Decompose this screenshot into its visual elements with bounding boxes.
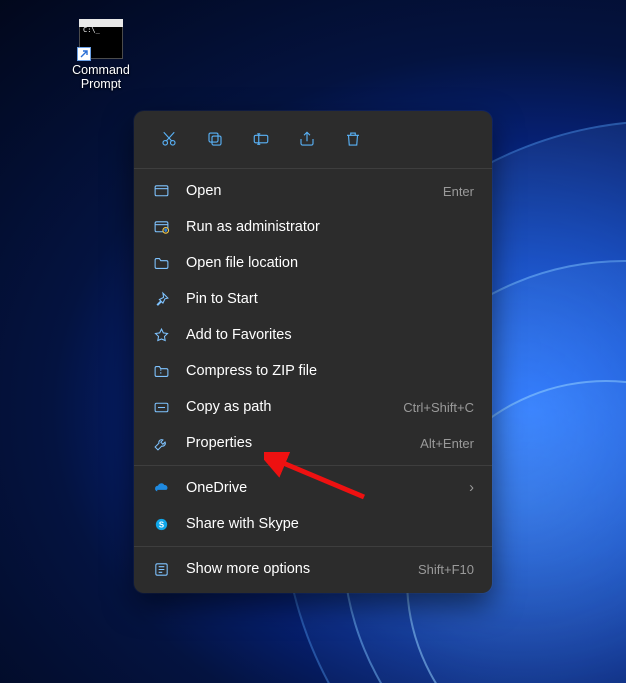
rename-icon[interactable] <box>246 124 276 154</box>
menu-item-label: Copy as path <box>186 399 387 415</box>
menu-item-label: Add to Favorites <box>186 327 474 343</box>
menu-item-open[interactable]: Open Enter <box>134 173 492 209</box>
app-icon <box>152 182 170 200</box>
chevron-right-icon: › <box>469 480 474 496</box>
shield-icon <box>152 218 170 236</box>
wrench-icon <box>152 434 170 452</box>
menu-item-label: Compress to ZIP file <box>186 363 474 379</box>
delete-icon[interactable] <box>338 124 368 154</box>
share-icon[interactable] <box>292 124 322 154</box>
desktop-shortcut-cmd[interactable]: C:\_ Command Prompt <box>60 19 142 92</box>
star-icon <box>152 326 170 344</box>
desktop-shortcut-label: Command Prompt <box>60 63 142 92</box>
menu-item-share-skype[interactable]: S Share with Skype <box>134 506 492 542</box>
menu-item-show-more-options[interactable]: Show more options Shift+F10 <box>134 551 492 587</box>
menu-item-open-file-location[interactable]: Open file location <box>134 245 492 281</box>
copy-icon[interactable] <box>200 124 230 154</box>
menu-item-label: Run as administrator <box>186 219 474 235</box>
menu-item-copy-as-path[interactable]: Copy as path Ctrl+Shift+C <box>134 389 492 425</box>
menu-item-onedrive[interactable]: OneDrive › <box>134 470 492 506</box>
context-menu: Open Enter Run as administrator Open fil… <box>134 111 492 593</box>
menu-item-properties[interactable]: Properties Alt+Enter <box>134 425 492 461</box>
menu-item-label: Show more options <box>186 561 402 577</box>
folder-icon <box>152 254 170 272</box>
separator <box>134 465 492 466</box>
menu-item-label: Open <box>186 183 427 199</box>
separator <box>134 546 492 547</box>
menu-item-accel: Shift+F10 <box>418 562 474 577</box>
cut-icon[interactable] <box>154 124 184 154</box>
menu-item-accel: Alt+Enter <box>420 436 474 451</box>
more-options-icon <box>152 560 170 578</box>
svg-text:S: S <box>158 520 163 529</box>
pin-icon <box>152 290 170 308</box>
menu-item-label: Open file location <box>186 255 474 271</box>
menu-item-label: Pin to Start <box>186 291 474 307</box>
path-icon <box>152 398 170 416</box>
menu-item-accel: Ctrl+Shift+C <box>403 400 474 415</box>
skype-icon: S <box>152 515 170 533</box>
menu-item-label: Properties <box>186 435 404 451</box>
separator <box>134 168 492 169</box>
menu-item-compress-zip[interactable]: Compress to ZIP file <box>134 353 492 389</box>
zip-icon <box>152 362 170 380</box>
menu-item-label: Share with Skype <box>186 516 474 532</box>
menu-item-label: OneDrive <box>186 480 453 496</box>
onedrive-icon <box>152 479 170 497</box>
cmd-icon: C:\_ <box>79 19 123 59</box>
menu-item-run-as-admin[interactable]: Run as administrator <box>134 209 492 245</box>
shortcut-overlay-icon <box>77 47 91 61</box>
menu-item-accel: Enter <box>443 184 474 199</box>
quick-actions-row <box>134 117 492 164</box>
menu-item-pin-to-start[interactable]: Pin to Start <box>134 281 492 317</box>
menu-item-add-to-favorites[interactable]: Add to Favorites <box>134 317 492 353</box>
